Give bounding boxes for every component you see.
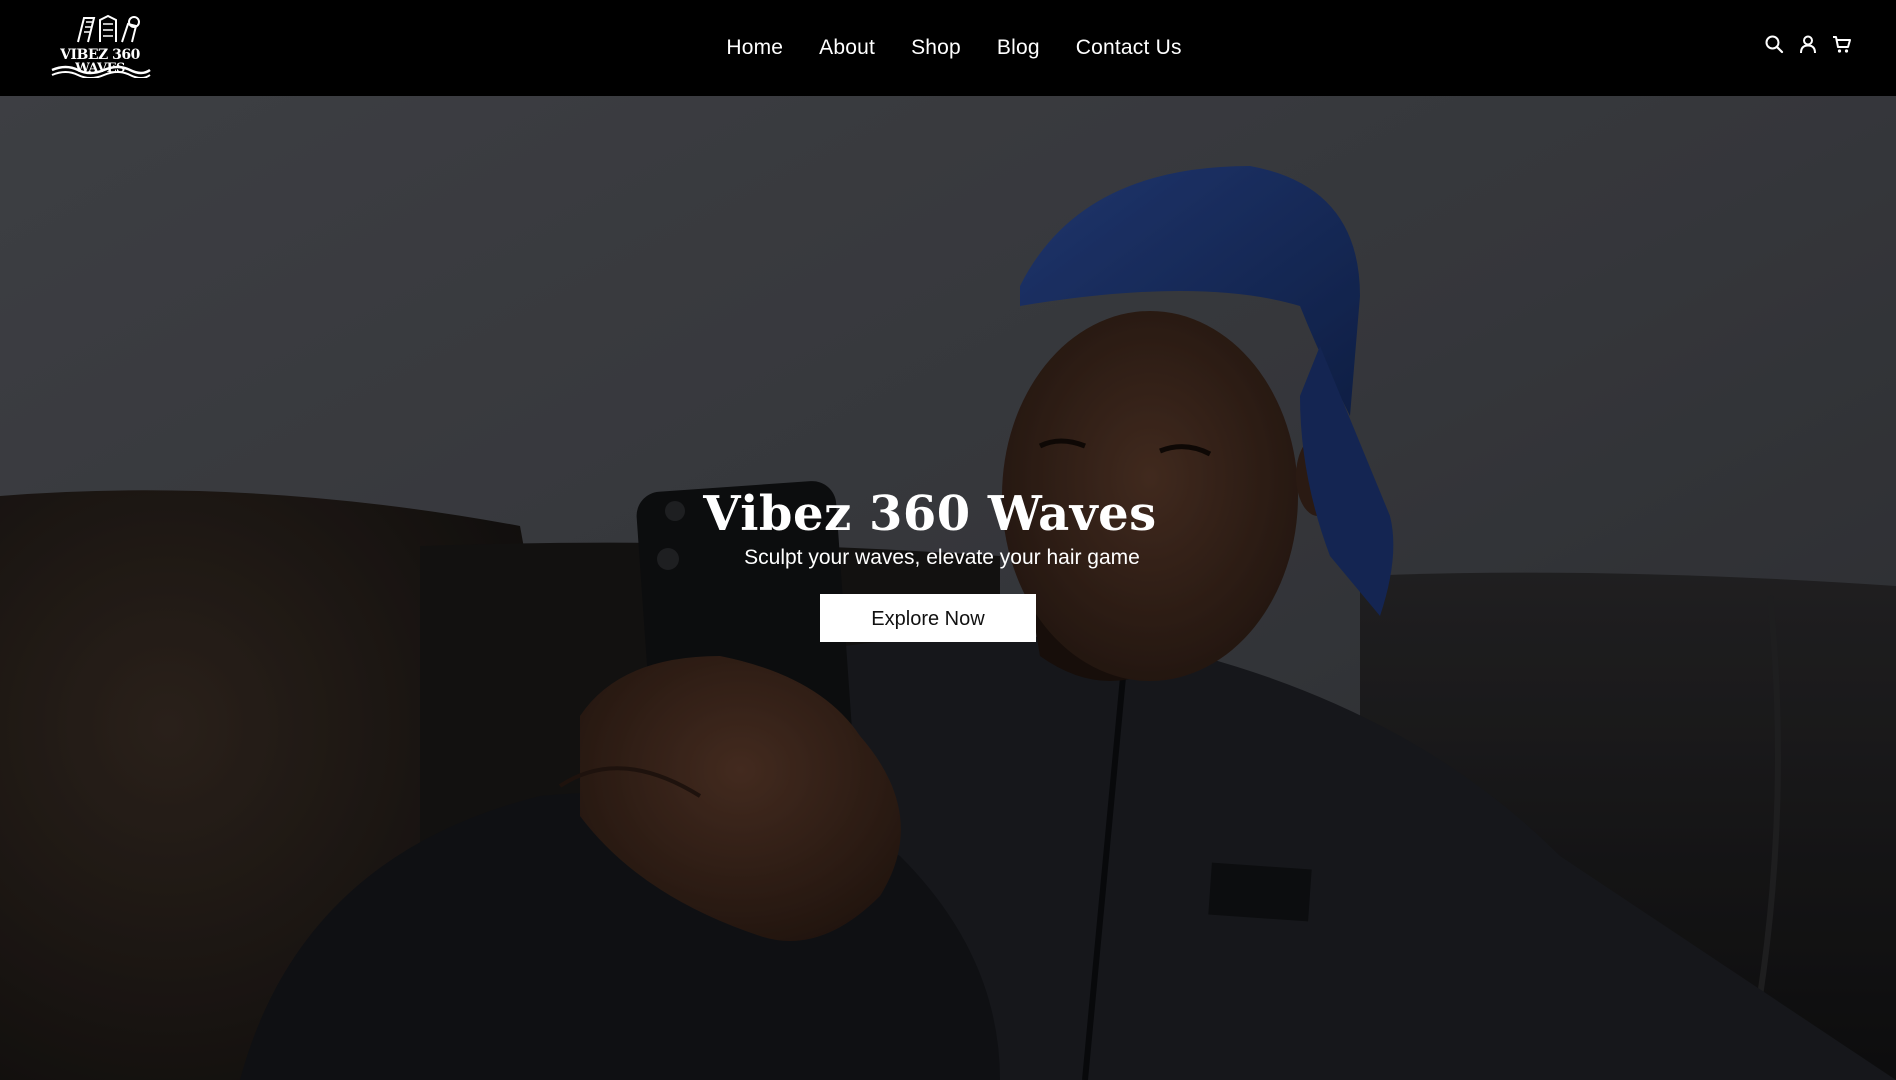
search-icon[interactable]	[1764, 34, 1784, 54]
main-nav: Home About Shop Blog Contact Us	[0, 0, 1896, 96]
hero-section: Vibez 360 Waves Sculpt your waves, eleva…	[0, 96, 1896, 1080]
nav-home[interactable]: Home	[726, 36, 783, 60]
brand-logo[interactable]: VIBEZ 360 WAVES	[48, 12, 152, 78]
nav-shop[interactable]: Shop	[911, 36, 961, 60]
site-header: VIBEZ 360 WAVES Home About Shop Blog Con…	[0, 0, 1896, 96]
hero-title: Vibez 360 Waves	[703, 486, 1157, 542]
logo-text-line2: WAVES	[75, 61, 125, 76]
nav-about[interactable]: About	[819, 36, 875, 60]
nav-blog[interactable]: Blog	[997, 36, 1040, 60]
account-icon[interactable]	[1798, 34, 1818, 54]
nav-contact-us[interactable]: Contact Us	[1076, 36, 1182, 60]
nav-links: Home About Shop Blog Contact Us	[726, 36, 1181, 60]
logo-text: VIBEZ 360 WAVES	[48, 48, 152, 76]
header-icons	[1764, 34, 1852, 54]
cart-icon[interactable]	[1832, 34, 1852, 54]
explore-now-button[interactable]: Explore Now	[820, 594, 1036, 642]
page: VIBEZ 360 WAVES Home About Shop Blog Con…	[0, 0, 1896, 1080]
hero-subtitle: Sculpt your waves, elevate your hair gam…	[744, 546, 1140, 569]
hero-content: Vibez 360 Waves Sculpt your waves, eleva…	[0, 486, 1896, 642]
